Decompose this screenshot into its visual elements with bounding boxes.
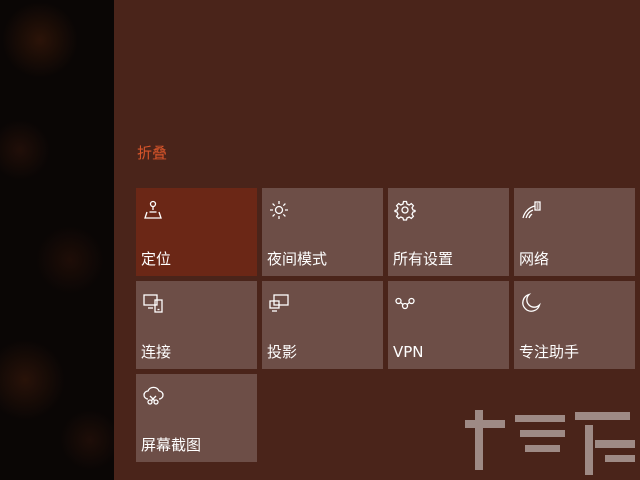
- quick-action-all-settings[interactable]: 所有设置: [388, 188, 509, 276]
- vpn-icon: [394, 292, 416, 314]
- tile-label: 夜间模式: [267, 250, 328, 268]
- quick-action-connect[interactable]: 连接: [136, 281, 257, 369]
- snip-screenshot-icon: [142, 385, 164, 407]
- project-screen-icon: [268, 292, 290, 314]
- connect-devices-icon: [142, 292, 164, 314]
- quick-action-screen-snip[interactable]: 屏幕截图: [136, 374, 257, 462]
- quick-action-night-mode[interactable]: 夜间模式: [262, 188, 383, 276]
- quick-action-project[interactable]: 投影: [262, 281, 383, 369]
- quick-action-vpn[interactable]: VPN: [388, 281, 509, 369]
- tile-label: 连接: [141, 343, 172, 361]
- tile-label: VPN: [393, 343, 424, 361]
- location-icon: [142, 199, 164, 221]
- watermark-overlay: [465, 410, 635, 475]
- collapse-link[interactable]: 折叠: [137, 144, 167, 162]
- tile-label: 屏幕截图: [141, 436, 202, 454]
- quick-action-network[interactable]: 网络: [514, 188, 635, 276]
- gear-icon: [394, 199, 416, 221]
- tile-label: 投影: [267, 343, 298, 361]
- moon-icon: [520, 292, 542, 314]
- network-signal-icon: [520, 199, 542, 221]
- screen: 折叠 定位 夜间模式 所有设置 网络 连接 投影 VPN 专注助手 屏幕截图: [0, 0, 640, 480]
- quick-action-focus-assist[interactable]: 专注助手: [514, 281, 635, 369]
- tile-label: 定位: [141, 250, 172, 268]
- tile-label: 网络: [519, 250, 550, 268]
- brightness-sun-icon: [268, 199, 290, 221]
- tile-label: 所有设置: [393, 250, 454, 268]
- desktop-background: [0, 0, 114, 480]
- tile-label: 专注助手: [519, 343, 580, 361]
- quick-action-location[interactable]: 定位: [136, 188, 257, 276]
